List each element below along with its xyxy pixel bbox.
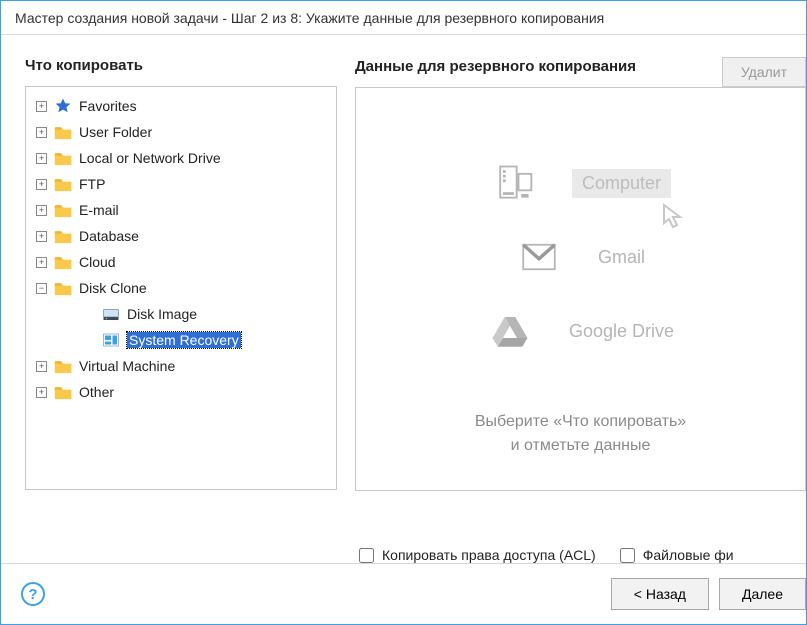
- tree-item[interactable]: + FTP: [30, 171, 332, 197]
- tree-item[interactable]: + User Folder: [30, 119, 332, 145]
- collapse-icon[interactable]: −: [36, 283, 47, 294]
- tree-item[interactable]: − Disk Clone: [30, 275, 332, 301]
- tree-item[interactable]: + Favorites: [30, 93, 332, 119]
- delete-button[interactable]: Удалит: [722, 57, 806, 87]
- tree-item[interactable]: System Recovery: [30, 327, 332, 353]
- placeholder-item: Google Drive: [487, 308, 674, 354]
- expand-icon[interactable]: +: [36, 153, 47, 164]
- back-button[interactable]: < Назад: [611, 578, 709, 610]
- expand-icon[interactable]: +: [36, 361, 47, 372]
- expand-icon[interactable]: +: [36, 387, 47, 398]
- folder-icon: [53, 384, 73, 401]
- folder-icon: [53, 280, 73, 297]
- sys-icon: [101, 332, 121, 349]
- hint-text: Выберите «Что копировать»и отметьте данн…: [475, 410, 686, 458]
- expand-icon[interactable]: +: [36, 205, 47, 216]
- acl-checkbox-input[interactable]: [359, 548, 374, 563]
- expand-icon[interactable]: +: [36, 257, 47, 268]
- tree-item-label: Other: [79, 384, 114, 400]
- gmail-icon: [516, 234, 562, 280]
- tree-item[interactable]: + Database: [30, 223, 332, 249]
- tree-item-label: Local or Network Drive: [79, 150, 221, 166]
- help-icon[interactable]: ?: [21, 582, 45, 606]
- tree-item[interactable]: + Virtual Machine: [30, 353, 332, 379]
- expander-blank: [84, 335, 95, 346]
- folder-icon: [53, 202, 73, 219]
- tree-item-label: Virtual Machine: [79, 358, 175, 374]
- expand-icon[interactable]: +: [36, 179, 47, 190]
- window-title: Мастер создания новой задачи - Шаг 2 из …: [1, 1, 806, 35]
- tree-item-label: Database: [79, 228, 139, 244]
- tree-item-label: FTP: [79, 176, 105, 192]
- tree-item[interactable]: Disk Image: [30, 301, 332, 327]
- file-filters-checkbox-input[interactable]: [620, 548, 635, 563]
- computer-icon: [490, 160, 536, 206]
- folder-icon: [53, 254, 73, 271]
- left-header: Что копировать: [25, 57, 337, 74]
- placeholder-label: Computer: [572, 169, 671, 198]
- expand-icon[interactable]: +: [36, 101, 47, 112]
- tree-item-label: Cloud: [79, 254, 116, 270]
- expand-icon[interactable]: +: [36, 127, 47, 138]
- folder-icon: [53, 150, 73, 167]
- tree-item-label: Disk Image: [127, 306, 197, 322]
- tree-item[interactable]: + E-mail: [30, 197, 332, 223]
- folder-icon: [53, 358, 73, 375]
- placeholder-label: Gmail: [598, 247, 645, 268]
- file-filters-checkbox-label: Файловые фи: [643, 547, 734, 563]
- folder-icon: [53, 228, 73, 245]
- acl-checkbox[interactable]: Копировать права доступа (ACL): [359, 547, 596, 563]
- tree-view[interactable]: + Favorites + User Folder + Local or Network …: [25, 86, 337, 490]
- expander-blank: [84, 309, 95, 320]
- folder-icon: [53, 124, 73, 141]
- tree-item-label: Favorites: [79, 98, 137, 114]
- placeholder-item: Gmail: [516, 234, 645, 280]
- star-icon: [53, 98, 73, 115]
- placeholder-label: Google Drive: [569, 321, 674, 342]
- tree-item[interactable]: + Cloud: [30, 249, 332, 275]
- tree-item-label: Disk Clone: [79, 280, 147, 296]
- tree-item-label: System Recovery: [127, 332, 241, 348]
- gdrive-icon: [487, 308, 533, 354]
- file-filters-checkbox[interactable]: Файловые фи: [620, 547, 734, 563]
- cursor-icon: [661, 203, 687, 231]
- right-header: Данные для резервного копирования: [355, 58, 636, 75]
- tree-item-label: E-mail: [79, 202, 119, 218]
- tree-item[interactable]: + Local or Network Drive: [30, 145, 332, 171]
- acl-checkbox-label: Копировать права доступа (ACL): [382, 547, 596, 563]
- tree-item[interactable]: + Other: [30, 379, 332, 405]
- expand-icon[interactable]: +: [36, 231, 47, 242]
- right-panel: Computer Gmail Google Drive Выберите «Что к…: [355, 87, 806, 491]
- placeholder-item: Computer: [490, 160, 671, 206]
- next-button[interactable]: Далее: [719, 578, 806, 610]
- tree-item-label: User Folder: [79, 124, 152, 140]
- folder-icon: [53, 176, 73, 193]
- disk-icon: [101, 306, 121, 323]
